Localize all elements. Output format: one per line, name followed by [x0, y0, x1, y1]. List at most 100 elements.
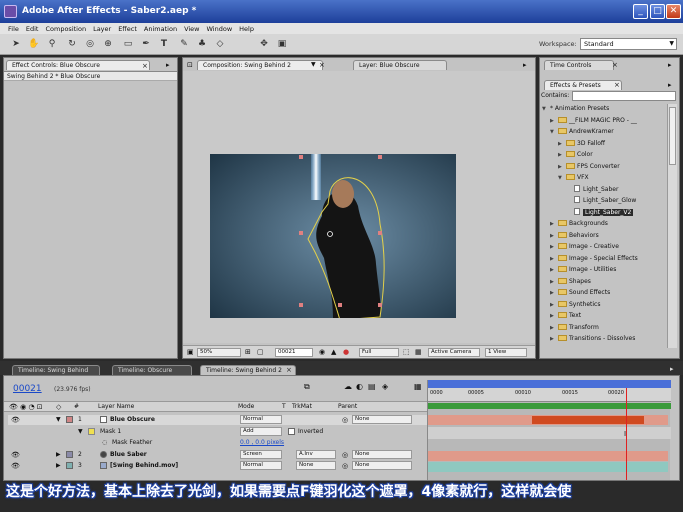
- pickwhip-icon[interactable]: ◎: [342, 461, 348, 471]
- tab-timeline-swing-behind[interactable]: Timeline: Swing Behind: [12, 365, 100, 375]
- expand-triangle-open-icon[interactable]: ▼: [550, 127, 558, 137]
- layer-row[interactable]: 👁 ▼ 1 Blue Obscure Normal ◎ None: [8, 415, 429, 425]
- layer-handle[interactable]: [338, 303, 342, 307]
- frame-blending-icon[interactable]: ▤: [368, 382, 376, 391]
- tree-item[interactable]: ▶ Image - Special Effects: [550, 254, 638, 264]
- expand-triangle-icon[interactable]: ▶: [550, 323, 558, 333]
- tree-item[interactable]: ▶ __FILM MAGIC PRO - __: [550, 116, 637, 126]
- panel-menu-icon[interactable]: ▸: [670, 365, 674, 373]
- layer-handle[interactable]: [299, 231, 303, 235]
- mode-select[interactable]: Normal: [240, 461, 282, 470]
- expand-triangle-icon[interactable]: ▼: [56, 415, 61, 425]
- safe-zones-icon[interactable]: ⊞: [245, 348, 251, 356]
- layer-handle[interactable]: [378, 231, 382, 235]
- expand-triangle-icon[interactable]: ▶: [550, 265, 558, 275]
- menu-help[interactable]: Help: [239, 25, 254, 33]
- mask-mode-select[interactable]: Add: [240, 427, 282, 436]
- inverted-checkbox[interactable]: [288, 428, 295, 435]
- layer-name[interactable]: [Swing Behind.mov]: [110, 461, 178, 471]
- tree-item[interactable]: ▶ Synthetics: [550, 300, 600, 310]
- layer-bar-selected-range[interactable]: [532, 416, 644, 424]
- label-swatch[interactable]: [66, 451, 73, 458]
- tree-item[interactable]: ▶ Backgrounds: [550, 219, 608, 229]
- panel-menu-icon[interactable]: ▸: [523, 61, 527, 69]
- layer-handle[interactable]: [378, 303, 382, 307]
- puppet-overlap-icon[interactable]: ▣: [276, 38, 288, 50]
- menu-animation[interactable]: Animation: [144, 25, 177, 33]
- tree-item[interactable]: Light_Saber_V2: [566, 207, 634, 218]
- views-select[interactable]: 1 View: [485, 348, 527, 357]
- expand-triangle-icon[interactable]: ▼: [78, 427, 83, 437]
- hide-shy-icon[interactable]: ◐: [356, 382, 363, 391]
- tree-item[interactable]: ▼ VFX: [558, 173, 589, 183]
- tab-timeline-obscure[interactable]: Timeline: Obscure: [112, 365, 192, 375]
- tree-item[interactable]: ▶ Image - Utilities: [550, 265, 616, 275]
- minimize-button[interactable]: _: [633, 4, 648, 19]
- tree-item[interactable]: ▶ Transitions - Dissolves: [550, 334, 635, 344]
- composition-viewer[interactable]: [183, 71, 535, 343]
- menu-window[interactable]: Window: [207, 25, 233, 33]
- mask-feather-value[interactable]: 0.0 , 0.0 pixels: [240, 438, 284, 448]
- expand-triangle-icon[interactable]: ▶: [56, 450, 61, 460]
- tab-composition[interactable]: Composition: Swing Behind 2: [197, 60, 323, 70]
- layer-row[interactable]: 👁 ▶ 2 Blue Saber Screen A.Inv ◎ None: [8, 450, 429, 460]
- zoom-tool-icon[interactable]: ⚲: [46, 38, 58, 50]
- tree-item[interactable]: Light_Saber: [566, 184, 618, 195]
- hand-tool-icon[interactable]: ✋: [28, 38, 40, 50]
- layer-handle[interactable]: [299, 303, 303, 307]
- rectangle-mask-icon[interactable]: ▭: [122, 38, 134, 50]
- work-area-bar[interactable]: [428, 380, 671, 388]
- menu-edit[interactable]: Edit: [26, 25, 39, 33]
- layer-name[interactable]: Blue Obscure: [110, 415, 155, 425]
- tree-scrollbar[interactable]: [667, 104, 677, 348]
- panel-menu-icon[interactable]: ▸: [668, 81, 672, 89]
- close-icon[interactable]: ×: [612, 61, 618, 69]
- layer-bar[interactable]: [428, 451, 668, 461]
- menu-composition[interactable]: Composition: [45, 25, 86, 33]
- text-tool-icon[interactable]: T: [158, 38, 170, 50]
- expand-triangle-icon[interactable]: ▶: [550, 334, 558, 344]
- panel-menu-icon[interactable]: ▸: [166, 61, 170, 69]
- menu-file[interactable]: File: [8, 25, 19, 33]
- menu-effect[interactable]: Effect: [118, 25, 137, 33]
- region-of-interest-icon[interactable]: ⬚: [403, 348, 410, 356]
- parent-select[interactable]: None: [352, 450, 412, 459]
- expand-triangle-icon[interactable]: ▶: [550, 288, 558, 298]
- tab-timeline-swing-behind-2[interactable]: Timeline: Swing Behind 2: [200, 365, 296, 375]
- tree-item[interactable]: ▼ AndrewKramer: [550, 127, 614, 137]
- eraser-tool-icon[interactable]: ◇: [214, 38, 226, 50]
- zoom-select[interactable]: 50%: [197, 348, 241, 357]
- draft-3d-icon[interactable]: ☁: [344, 382, 352, 391]
- tree-item[interactable]: ▶ Shapes: [550, 277, 591, 287]
- label-swatch[interactable]: [66, 416, 73, 423]
- tree-item[interactable]: ▶ Color: [558, 150, 593, 160]
- expand-triangle-icon[interactable]: ▶: [558, 150, 566, 160]
- tree-item[interactable]: ▶ Image - Creative: [550, 242, 619, 252]
- tree-item[interactable]: ▶ Sound Effects: [550, 288, 610, 298]
- layer-row[interactable]: 👁 ▶ 3 [Swing Behind.mov] Normal None ◎ N…: [8, 461, 429, 471]
- always-preview-icon[interactable]: ▣: [187, 348, 194, 356]
- current-time-indicator[interactable]: [626, 388, 627, 480]
- time-ruler[interactable]: 0000 00005 00010 00015 00020: [428, 388, 671, 402]
- contains-search-input[interactable]: [572, 91, 676, 101]
- tab-layer[interactable]: Layer: Blue Obscure: [353, 60, 447, 70]
- stopwatch-icon[interactable]: ◌: [102, 438, 107, 448]
- pickwhip-icon[interactable]: ◎: [342, 415, 348, 425]
- menu-layer[interactable]: Layer: [93, 25, 111, 33]
- motion-blur-icon[interactable]: ◈: [382, 382, 388, 391]
- comp-frame[interactable]: [210, 154, 456, 318]
- trkmat-select[interactable]: None: [296, 461, 336, 470]
- pen-tool-icon[interactable]: ✒: [140, 38, 152, 50]
- tree-item[interactable]: ▶ Text: [550, 311, 581, 321]
- eye-icon[interactable]: 👁: [11, 461, 20, 471]
- camera-select[interactable]: Active Camera: [428, 348, 480, 357]
- tab-effects-presets[interactable]: Effects & Presets: [544, 80, 622, 90]
- layer-handle[interactable]: [299, 155, 303, 159]
- mask-view-icon[interactable]: ▢: [257, 348, 264, 356]
- close-button[interactable]: ✕: [666, 4, 681, 19]
- expand-triangle-open-icon[interactable]: ▼: [542, 104, 550, 114]
- mode-select[interactable]: Normal: [240, 415, 282, 424]
- close-icon[interactable]: ×: [614, 81, 620, 89]
- tree-item[interactable]: ▶ Transform: [550, 323, 599, 333]
- panel-menu-icon[interactable]: ▸: [668, 61, 672, 69]
